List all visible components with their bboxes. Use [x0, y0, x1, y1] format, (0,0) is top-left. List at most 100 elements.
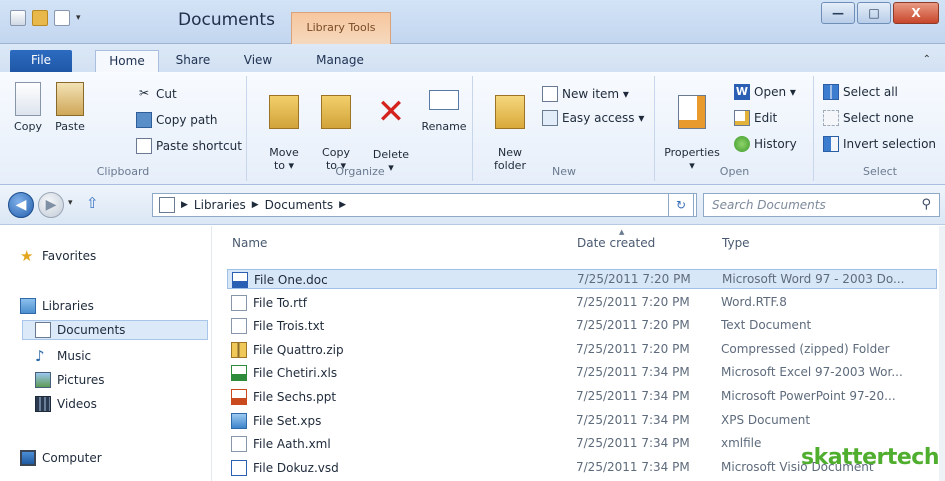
nav-computer[interactable]: Computer: [20, 448, 102, 468]
new-item-button[interactable]: New item ▾: [542, 86, 629, 102]
cut-button[interactable]: ✂ Cut: [136, 86, 177, 102]
scrollbar[interactable]: [939, 226, 945, 481]
column-header-type[interactable]: Type: [722, 236, 750, 250]
file-name: File Dokuz.vsd: [253, 460, 339, 475]
tab-share[interactable]: Share: [168, 50, 218, 72]
file-row[interactable]: File One.doc 7/25/2011 7:20 PM Microsoft W…: [227, 269, 937, 289]
file-name-cell: File Set.xps: [231, 412, 566, 429]
tab-view[interactable]: View: [236, 50, 280, 72]
file-row[interactable]: File To.rtf 7/25/2011 7:20 PM Word.RTF.8: [227, 293, 937, 313]
search-input[interactable]: Search Documents ⚲: [703, 193, 940, 217]
nav-pictures-label: Pictures: [57, 373, 105, 387]
search-icon[interactable]: ⚲: [921, 197, 931, 212]
star-icon: ★: [20, 247, 34, 265]
new-folder-button[interactable]: New folder: [490, 82, 530, 172]
file-row[interactable]: File Quattro.zip 7/25/2011 7:20 PM Compres…: [227, 340, 937, 360]
copy-label: Copy: [14, 120, 42, 133]
group-clipboard: Copy Paste ✂ Cut Copy path Paste shortcu…: [0, 76, 247, 181]
open-group-label: Open: [719, 165, 750, 178]
maximize-button[interactable]: □: [857, 2, 891, 24]
edit-button[interactable]: Edit: [734, 110, 777, 126]
file-date-created: 7/25/2011 7:20 PM: [576, 318, 690, 333]
group-organize: Move to ▾ Copy to ▾ ✕ Delete ▾ Rename Or…: [248, 76, 473, 181]
invert-selection-button[interactable]: Invert selection: [823, 136, 936, 152]
xml-icon: [231, 436, 247, 453]
breadcrumb-documents[interactable]: Documents: [265, 198, 333, 212]
paste-button[interactable]: Paste: [50, 82, 90, 133]
history-label: History: [754, 137, 797, 151]
select-all-button[interactable]: Select all: [823, 84, 898, 100]
invert-selection-label: Invert selection: [843, 137, 937, 151]
visio-icon: [231, 459, 247, 476]
qat-dropdown-icon[interactable]: ▾: [76, 13, 81, 23]
breadcrumb-separator-icon[interactable]: ▶: [339, 200, 346, 210]
tab-manage[interactable]: Manage: [306, 50, 374, 72]
select-none-button[interactable]: Select none: [823, 110, 914, 126]
easy-access-button[interactable]: Easy access ▾: [542, 110, 644, 126]
library-location-icon: [159, 197, 175, 213]
move-to-button[interactable]: Move to ▾: [264, 82, 304, 172]
rename-button[interactable]: Rename: [420, 82, 468, 133]
file-type: Compressed (zipped) Folder: [721, 341, 890, 356]
properties-qat-icon[interactable]: [54, 10, 70, 26]
history-button[interactable]: History: [734, 136, 797, 152]
nav-documents[interactable]: Documents: [22, 320, 208, 340]
file-name-cell: File Sechs.ppt: [231, 389, 566, 405]
tab-file[interactable]: File: [10, 50, 72, 72]
copy-path-button[interactable]: Copy path: [136, 112, 218, 128]
minimize-button[interactable]: —: [821, 2, 855, 24]
back-button[interactable]: ◀: [8, 192, 34, 218]
delete-icon: ✕: [376, 92, 406, 132]
nav-music[interactable]: ♪ Music: [35, 346, 91, 366]
address-bar[interactable]: ▶ Libraries ▶ Documents ▶ ▾: [152, 193, 697, 217]
copy-path-icon: [136, 112, 152, 128]
move-to-icon: [269, 95, 299, 129]
column-header-name[interactable]: Name: [232, 236, 267, 250]
invert-selection-icon: [823, 136, 839, 152]
file-row[interactable]: File Trois.txt 7/25/2011 7:20 PM Text Docu…: [227, 316, 937, 336]
ribbon: Copy Paste ✂ Cut Copy path Paste shortcu…: [0, 72, 945, 185]
watermark-logo: skattertech: [800, 445, 940, 470]
copy-to-button[interactable]: Copy to ▾: [316, 82, 356, 172]
file-name: File One.doc: [254, 273, 328, 287]
forward-button[interactable]: ▶: [38, 192, 64, 218]
file-name: File Set.xps: [253, 413, 322, 428]
up-arrow-icon[interactable]: ⇧: [86, 194, 99, 212]
file-row[interactable]: File Chetiri.xls 7/25/2011 7:34 PM Microso…: [227, 363, 937, 383]
properties-button[interactable]: Properties ▾: [662, 82, 722, 172]
file-name-cell: File Dokuz.vsd: [231, 459, 566, 476]
file-type: Word.RTF.8: [721, 294, 787, 309]
nav-favorites[interactable]: ★ Favorites: [20, 246, 96, 266]
rename-icon: [429, 90, 459, 110]
recent-locations-dropdown-icon[interactable]: ▾: [68, 198, 73, 208]
breadcrumb-separator-icon[interactable]: ▶: [252, 200, 259, 210]
ribbon-collapse-icon[interactable]: ⌃: [923, 54, 931, 65]
file-name: File Quattro.zip: [253, 342, 344, 357]
file-row[interactable]: File Sechs.ppt 7/25/2011 7:34 PM Microsoft…: [227, 387, 937, 407]
column-header-date-created[interactable]: Date created: [577, 236, 655, 250]
delete-button[interactable]: ✕ Delete ▾: [368, 82, 414, 174]
nav-videos[interactable]: Videos: [35, 394, 97, 414]
history-icon: [734, 136, 750, 152]
breadcrumb-separator-icon[interactable]: ▶: [181, 200, 188, 210]
file-row[interactable]: File Set.xps 7/25/2011 7:34 PM XPS Documen…: [227, 411, 937, 431]
tab-home[interactable]: Home: [95, 50, 159, 72]
paste-shortcut-button[interactable]: Paste shortcut: [136, 138, 242, 154]
refresh-button[interactable]: ↻: [668, 193, 694, 217]
system-menu-icon[interactable]: [10, 10, 26, 26]
nav-libraries[interactable]: Libraries: [20, 296, 94, 316]
ribbon-tab-bar: File Home Share View Manage ⌃: [0, 44, 945, 72]
breadcrumb-libraries[interactable]: Libraries: [194, 198, 246, 212]
new-folder-icon: [495, 95, 525, 129]
nav-pictures[interactable]: Pictures: [35, 370, 105, 390]
nav-computer-label: Computer: [42, 451, 102, 465]
pictures-icon: [35, 372, 51, 388]
powerpoint-icon: [231, 389, 247, 405]
file-date-created: 7/25/2011 7:34 PM: [576, 389, 690, 403]
folder-icon[interactable]: [32, 10, 48, 26]
copy-button[interactable]: Copy: [8, 82, 48, 133]
file-date-created: 7/25/2011 7:20 PM: [577, 272, 691, 286]
open-button[interactable]: W Open ▾: [734, 84, 796, 100]
word-open-icon: W: [734, 84, 750, 100]
close-button[interactable]: X: [893, 2, 939, 24]
